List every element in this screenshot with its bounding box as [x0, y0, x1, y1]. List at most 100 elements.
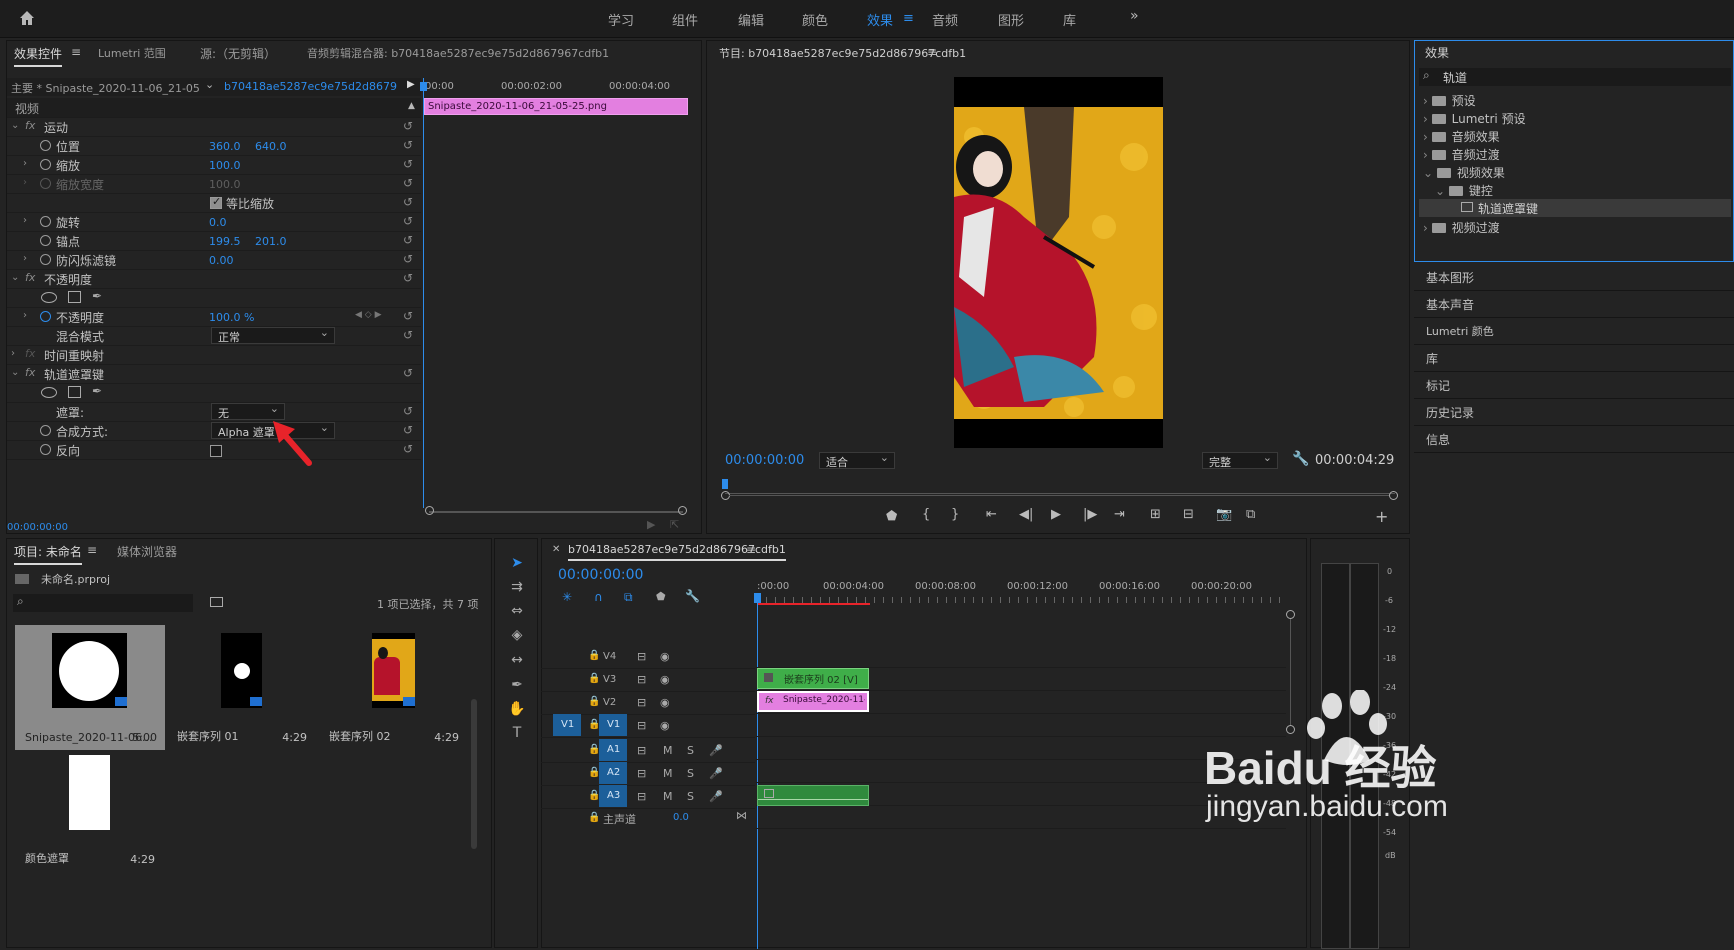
extract-icon[interactable]: ⊟: [1183, 507, 1194, 522]
track-v1[interactable]: V1 🔒 V1 ⊟ ◉: [541, 714, 755, 738]
stopwatch-icon[interactable]: [40, 235, 51, 246]
effect-opacity[interactable]: ⌄ fx 不透明度 ↺: [7, 269, 421, 289]
mark-in-icon[interactable]: {: [922, 507, 930, 522]
track-target-a2[interactable]: A2: [599, 762, 627, 784]
fx-icon[interactable]: fx: [25, 271, 35, 284]
track-v4[interactable]: 🔒 V4 ⊟ ◉: [541, 645, 755, 669]
step-back-icon[interactable]: ◀|: [1019, 507, 1033, 522]
reset-icon[interactable]: ↺: [403, 404, 413, 418]
eye-icon[interactable]: ◉: [660, 719, 670, 732]
playhead-handle[interactable]: [420, 82, 427, 91]
add-button-icon[interactable]: +: [1375, 507, 1388, 526]
position-x[interactable]: 360.0: [209, 140, 241, 153]
panel-markers[interactable]: 标记: [1414, 370, 1734, 399]
effect-time-remap[interactable]: › fx 时间重映射: [7, 345, 421, 365]
master-value[interactable]: 0.0: [673, 812, 689, 823]
reset-icon[interactable]: ↺: [403, 195, 413, 209]
program-timecode[interactable]: 00:00:00:00: [725, 453, 804, 468]
panel-menu-icon[interactable]: ≡: [927, 45, 937, 59]
solo-button[interactable]: S: [687, 790, 694, 803]
scroll-handle-bottom[interactable]: [1286, 725, 1295, 734]
clip-v3[interactable]: 嵌套序列 02 [V]: [757, 668, 869, 689]
chevron-down-icon[interactable]: ⌄: [205, 78, 214, 91]
project-item[interactable]: Snipaste_2020-11-06... 5:00: [15, 625, 165, 750]
opacity-value[interactable]: 100.0 %: [209, 311, 254, 324]
work-area-bar[interactable]: [757, 603, 870, 605]
timeline-ruler[interactable]: :00:00 00:00:04:00 00:00:08:00 00:00:12:…: [757, 579, 1291, 605]
tab-audio-clip-mixer[interactable]: 音频剪辑混合器: b70418ae5287ec9e75d2d867967cdfb…: [307, 45, 609, 61]
effects-panel-title[interactable]: 效果: [1425, 44, 1449, 61]
play-arrow-icon[interactable]: ▶: [407, 79, 415, 90]
project-scrollbar[interactable]: [471, 699, 477, 849]
reset-icon[interactable]: ↺: [403, 119, 413, 133]
zoom-scrollbar[interactable]: [429, 511, 683, 513]
workspace-audio[interactable]: 音频: [932, 10, 958, 29]
home-icon[interactable]: [18, 9, 36, 27]
reset-icon[interactable]: ↺: [403, 328, 413, 342]
panel-lumetri-color[interactable]: Lumetri 颜色: [1414, 316, 1734, 345]
sync-lock-icon[interactable]: ⊟: [637, 650, 646, 663]
track-v2[interactable]: 🔒 V2 ⊟ ◉: [541, 691, 755, 715]
quality-dropdown[interactable]: 完整: [1202, 451, 1278, 469]
expand-icon[interactable]: ›: [23, 215, 27, 226]
reset-icon[interactable]: ↺: [403, 309, 413, 323]
nest-icon[interactable]: ✳: [562, 590, 572, 604]
panel-libraries[interactable]: 库: [1414, 343, 1734, 372]
tree-lumetri-presets[interactable]: › Lumetri 预设: [1423, 110, 1526, 127]
linked-selection-icon[interactable]: ⧉: [624, 590, 633, 605]
scale-value[interactable]: 100.0: [209, 159, 241, 172]
reverse-checkbox[interactable]: [210, 445, 222, 457]
mark-out-icon[interactable]: }: [951, 507, 959, 522]
vertical-zoom-bar[interactable]: [1290, 619, 1291, 725]
project-item[interactable]: 颜色遮罩 4:29: [15, 747, 165, 872]
track-v3[interactable]: 🔒 V3 ⊟ ◉: [541, 668, 755, 692]
pen-mask-icon[interactable]: ✒: [92, 384, 102, 398]
project-search[interactable]: ⌕: [13, 594, 193, 612]
mini-timeline[interactable]: 00:00 00:00:02:00 00:00:04:00 Snipaste_2…: [420, 78, 703, 534]
panel-info[interactable]: 信息: [1414, 424, 1734, 453]
fx-icon[interactable]: fx: [25, 119, 35, 132]
workspace-effects[interactable]: 效果: [867, 10, 893, 29]
effects-search[interactable]: ⌕ 轨道: [1419, 68, 1731, 86]
comparison-view-icon[interactable]: ⧉: [1246, 507, 1255, 522]
panel-menu-icon[interactable]: ≡: [746, 543, 756, 557]
lock-icon[interactable]: 🔒: [588, 650, 600, 661]
workspace-menu-icon[interactable]: ≡: [903, 11, 914, 26]
eye-icon[interactable]: ◉: [660, 650, 670, 663]
tab-source[interactable]: 源:（无剪辑）: [200, 45, 276, 62]
scroll-handle-right[interactable]: [678, 506, 687, 515]
tab-media-browser[interactable]: 媒体浏览器: [117, 543, 177, 560]
stopwatch-icon[interactable]: [40, 311, 51, 322]
selection-tool-icon[interactable]: ➤: [505, 555, 529, 577]
close-icon[interactable]: ✕: [552, 544, 560, 555]
rect-mask-icon[interactable]: [68, 291, 81, 303]
snap-icon[interactable]: ∩: [594, 590, 603, 604]
ellipse-mask-icon[interactable]: [41, 292, 57, 303]
workspace-graphics[interactable]: 图形: [998, 10, 1024, 29]
play-icon[interactable]: ▶: [1051, 507, 1061, 522]
expand-icon[interactable]: ⌄: [11, 367, 19, 378]
reset-icon[interactable]: ↺: [403, 423, 413, 437]
export-icon[interactable]: ⇱: [670, 518, 679, 531]
hand-tool-icon[interactable]: ✋: [505, 701, 529, 723]
scroll-handle-left[interactable]: [425, 506, 434, 515]
stopwatch-icon[interactable]: [40, 254, 51, 265]
ellipse-mask-icon[interactable]: [41, 387, 57, 398]
go-to-in-icon[interactable]: ⇤: [986, 507, 997, 522]
zoom-bar[interactable]: [729, 495, 1389, 496]
track-select-tool-icon[interactable]: ⇉: [505, 579, 529, 601]
anchor-x[interactable]: 199.5: [209, 235, 241, 248]
sync-lock-icon[interactable]: ⊟: [637, 767, 646, 780]
fit-dropdown[interactable]: 适合: [819, 451, 895, 469]
tree-audio-effects[interactable]: › 音频效果: [1423, 128, 1500, 145]
panel-history[interactable]: 历史记录: [1414, 397, 1734, 426]
panel-essential-graphics[interactable]: 基本图形: [1414, 262, 1734, 291]
wrench-icon[interactable]: 🔧: [685, 589, 700, 603]
microphone-icon[interactable]: 🎤: [709, 767, 723, 780]
add-marker-icon[interactable]: ⬟: [656, 590, 666, 603]
lock-icon[interactable]: 🔒: [588, 812, 600, 823]
tab-lumetri-scopes[interactable]: Lumetri 范围: [98, 45, 166, 61]
reset-icon[interactable]: ↺: [403, 176, 413, 190]
pen-mask-icon[interactable]: ✒: [92, 289, 102, 303]
keyframe-nav-icon[interactable]: ◀ ◇ ▶: [355, 310, 382, 320]
